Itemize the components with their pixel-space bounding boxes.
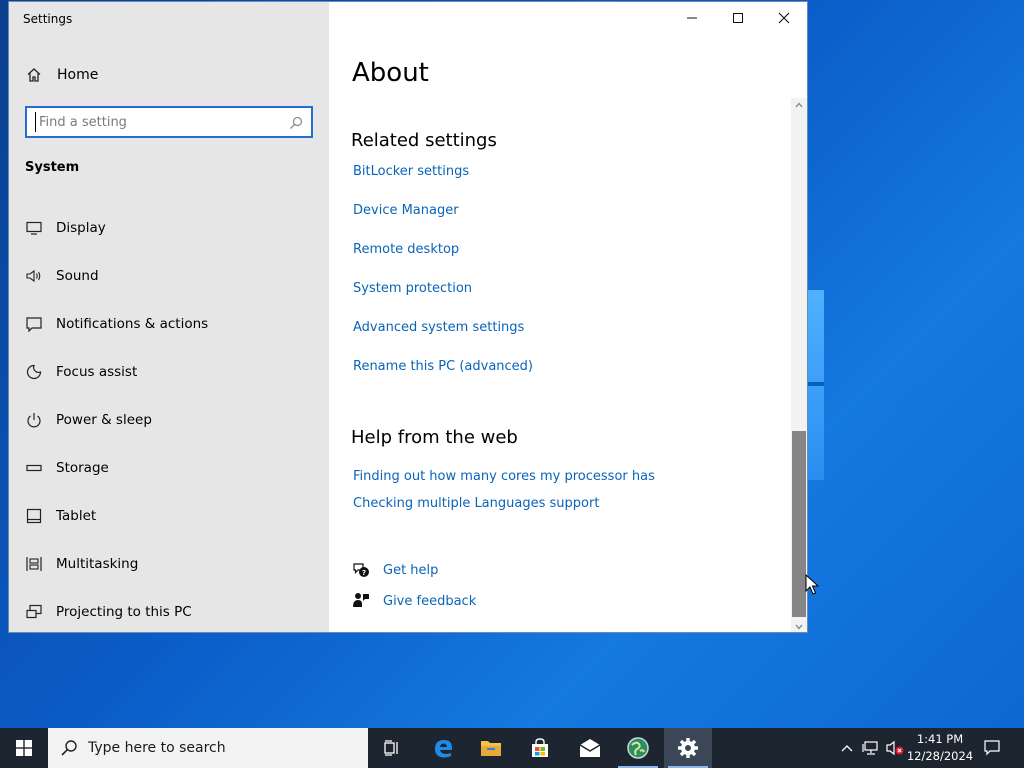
mail-icon: [579, 739, 601, 757]
sidebar-item-label: Notifications & actions: [56, 316, 209, 332]
rename-pc-link[interactable]: Rename this PC (advanced): [353, 359, 533, 374]
tablet-icon: [25, 507, 43, 525]
store-taskbar-button[interactable]: [516, 728, 564, 768]
sidebar-item-label: Focus assist: [56, 364, 138, 380]
edge-icon: [435, 740, 452, 758]
chevron-down-icon: [795, 624, 803, 630]
start-button[interactable]: [0, 728, 48, 768]
clock-time: 1:41 PM: [916, 732, 964, 746]
notification-center-icon: [984, 740, 1000, 756]
globe-app-icon: [627, 737, 649, 759]
mail-taskbar-button[interactable]: [566, 728, 614, 768]
home-label: Home: [57, 67, 99, 83]
page-title: About: [352, 58, 429, 88]
home-nav-item[interactable]: Home: [25, 65, 98, 85]
search-icon[interactable]: [289, 115, 303, 129]
sidebar-item-label: Power & sleep: [56, 412, 152, 428]
window-title: Settings: [23, 12, 73, 26]
search-icon: [60, 739, 78, 757]
chevron-up-icon: [795, 102, 803, 108]
sidebar-item-label: Display: [56, 220, 106, 236]
browser-taskbar-button[interactable]: [614, 728, 662, 768]
sidebar-item-display[interactable]: Display: [9, 204, 329, 252]
volume-muted-icon: [886, 740, 904, 756]
sidebar-item-projecting[interactable]: Projecting to this PC: [9, 588, 329, 632]
projecting-icon: [25, 603, 43, 621]
scrollbar-thumb[interactable]: [792, 431, 806, 617]
section-label-system: System: [25, 160, 80, 175]
main-content: About Related settings BitLocker setting…: [329, 2, 799, 632]
get-help-row[interactable]: ? Get help: [351, 560, 438, 580]
give-feedback-icon: [351, 591, 371, 611]
get-help-icon: ?: [351, 560, 371, 580]
help-from-web-heading: Help from the web: [351, 427, 518, 448]
svg-text:?: ?: [362, 569, 366, 577]
action-center-button[interactable]: [976, 728, 1008, 768]
show-hidden-icons-button[interactable]: [838, 728, 856, 768]
device-manager-link[interactable]: Device Manager: [353, 203, 459, 218]
sidebar-item-label: Sound: [56, 268, 99, 284]
sidebar-item-sound[interactable]: Sound: [9, 252, 329, 300]
sidebar-nav: Display Sound Notifications & actions Fo…: [9, 204, 329, 632]
display-icon: [25, 219, 43, 237]
notifications-icon: [25, 315, 43, 333]
task-view-icon: [384, 740, 398, 756]
bitlocker-settings-link[interactable]: BitLocker settings: [353, 164, 469, 179]
desktop-logo-glow: [808, 290, 824, 480]
scroll-down-button[interactable]: [791, 620, 807, 632]
network-icon: [862, 741, 878, 755]
find-setting-box[interactable]: [25, 106, 313, 138]
sidebar-item-label: Tablet: [56, 508, 97, 524]
cores-help-link[interactable]: Finding out how many cores my processor …: [353, 469, 655, 484]
system-protection-link[interactable]: System protection: [353, 281, 472, 296]
give-feedback-link[interactable]: Give feedback: [383, 594, 476, 609]
get-help-link[interactable]: Get help: [383, 563, 438, 578]
settings-taskbar-button[interactable]: [664, 728, 712, 768]
sidebar-item-tablet[interactable]: Tablet: [9, 492, 329, 540]
sidebar-item-multitasking[interactable]: Multitasking: [9, 540, 329, 588]
give-feedback-row[interactable]: Give feedback: [351, 591, 476, 611]
mouse-cursor-icon: [805, 574, 819, 595]
related-settings-heading: Related settings: [351, 130, 497, 151]
taskbar: Type here to search 1:41 PM 12/28/2024: [0, 728, 1024, 768]
sidebar-item-label: Projecting to this PC: [56, 604, 192, 620]
sound-icon: [25, 267, 43, 285]
sidebar-item-label: Storage: [56, 460, 109, 476]
settings-window: Settings Home System Display: [8, 1, 808, 633]
scroll-up-button[interactable]: [791, 98, 807, 112]
volume-tray-icon-button[interactable]: [884, 728, 906, 768]
home-icon: [25, 66, 43, 84]
file-explorer-taskbar-button[interactable]: [467, 728, 515, 768]
taskbar-clock[interactable]: 1:41 PM 12/28/2024: [906, 731, 974, 765]
taskbar-search-placeholder: Type here to search: [88, 740, 226, 756]
languages-help-link[interactable]: Checking multiple Languages support: [353, 496, 599, 511]
power-icon: [25, 411, 43, 429]
folder-icon: [481, 741, 501, 756]
remote-desktop-link[interactable]: Remote desktop: [353, 242, 459, 257]
find-setting-input[interactable]: [35, 112, 275, 132]
network-tray-icon-button[interactable]: [860, 728, 882, 768]
sidebar-item-notifications[interactable]: Notifications & actions: [9, 300, 329, 348]
advanced-system-settings-link[interactable]: Advanced system settings: [353, 320, 524, 335]
chevron-up-icon: [841, 745, 853, 752]
focus-assist-icon: [25, 363, 43, 381]
store-bag-icon: [532, 738, 548, 757]
vertical-scrollbar[interactable]: [791, 98, 807, 632]
sidebar: Settings Home System Display: [9, 2, 329, 632]
edge-taskbar-button[interactable]: [419, 728, 467, 768]
sidebar-item-storage[interactable]: Storage: [9, 444, 329, 492]
gear-icon: [678, 738, 698, 758]
task-view-button[interactable]: [368, 728, 416, 768]
taskbar-search-box[interactable]: Type here to search: [48, 728, 368, 768]
sidebar-item-power-sleep[interactable]: Power & sleep: [9, 396, 329, 444]
storage-icon: [25, 459, 43, 477]
clock-date: 12/28/2024: [906, 749, 974, 763]
multitasking-icon: [25, 555, 43, 573]
windows-logo-icon: [16, 740, 32, 756]
sidebar-item-focus-assist[interactable]: Focus assist: [9, 348, 329, 396]
sidebar-item-label: Multitasking: [56, 556, 139, 572]
